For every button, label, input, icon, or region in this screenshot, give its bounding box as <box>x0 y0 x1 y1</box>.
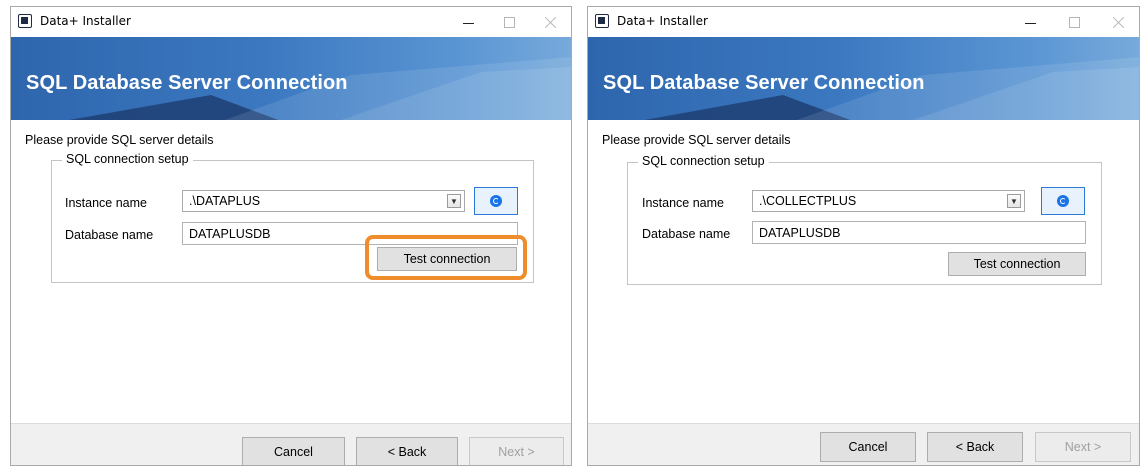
group-label: SQL connection setup <box>638 154 769 168</box>
app-window-icon <box>18 14 32 28</box>
group-label: SQL connection setup <box>62 152 193 166</box>
database-name-value: DATAPLUSDB <box>189 227 271 241</box>
database-name-input[interactable]: DATAPLUSDB <box>752 221 1086 244</box>
close-icon <box>1112 16 1125 29</box>
close-button[interactable] <box>1103 10 1133 34</box>
refresh-icon <box>490 195 502 207</box>
back-button[interactable]: < Back <box>927 432 1023 462</box>
chevron-down-icon[interactable]: ▼ <box>1007 194 1021 208</box>
minimize-button[interactable] <box>453 10 483 34</box>
installer-window-right: Data+ Installer SQL Database Server Conn… <box>587 6 1140 466</box>
cancel-button[interactable]: Cancel <box>820 432 916 462</box>
instance-name-label: Instance name <box>642 196 724 210</box>
instance-name-label: Instance name <box>65 196 147 210</box>
refresh-instances-button[interactable] <box>474 187 518 215</box>
title-bar: Data+ Installer <box>588 7 1139 37</box>
page-title: SQL Database Server Connection <box>603 72 925 94</box>
sql-connection-group: SQL connection setup Instance name .\COL… <box>627 154 1102 285</box>
database-name-value: DATAPLUSDB <box>759 226 841 240</box>
app-window-icon <box>595 14 609 28</box>
window-title: Data+ Installer <box>40 14 131 28</box>
instance-name-dropdown[interactable]: .\COLLECTPLUS ▼ <box>752 190 1025 212</box>
maximize-icon <box>503 16 515 28</box>
next-button[interactable]: Next > <box>1035 432 1131 462</box>
instance-name-value: .\DATAPLUS <box>189 194 261 208</box>
minimize-icon <box>1024 23 1036 24</box>
refresh-icon <box>1057 195 1069 207</box>
title-bar: Data+ Installer <box>11 7 571 37</box>
maximize-icon <box>1068 16 1080 28</box>
close-icon <box>544 16 557 29</box>
test-connection-button[interactable]: Test connection <box>948 252 1086 276</box>
minimize-button[interactable] <box>1015 10 1045 34</box>
maximize-button[interactable] <box>1059 10 1089 34</box>
chevron-down-icon[interactable]: ▼ <box>447 194 461 208</box>
database-name-label: Database name <box>642 227 731 241</box>
close-button[interactable] <box>535 10 565 34</box>
header-banner: SQL Database Server Connection <box>588 37 1139 120</box>
instance-name-dropdown[interactable]: .\DATAPLUS ▼ <box>182 190 465 212</box>
page-title: SQL Database Server Connection <box>26 72 348 94</box>
instructions-text: Please provide SQL server details <box>602 133 791 147</box>
instance-name-value: .\COLLECTPLUS <box>759 194 857 208</box>
minimize-icon <box>462 23 474 24</box>
cancel-button[interactable]: Cancel <box>242 437 345 465</box>
back-button[interactable]: < Back <box>356 437 458 465</box>
instructions-text: Please provide SQL server details <box>25 133 214 147</box>
installer-window-left: Data+ Installer SQL Database Server Conn… <box>10 6 572 466</box>
window-title: Data+ Installer <box>617 14 708 28</box>
next-button[interactable]: Next > <box>469 437 564 465</box>
database-name-label: Database name <box>65 228 154 242</box>
header-banner: SQL Database Server Connection <box>11 37 571 120</box>
maximize-button[interactable] <box>494 10 524 34</box>
refresh-instances-button[interactable] <box>1041 187 1085 215</box>
test-connection-highlight <box>365 235 527 280</box>
